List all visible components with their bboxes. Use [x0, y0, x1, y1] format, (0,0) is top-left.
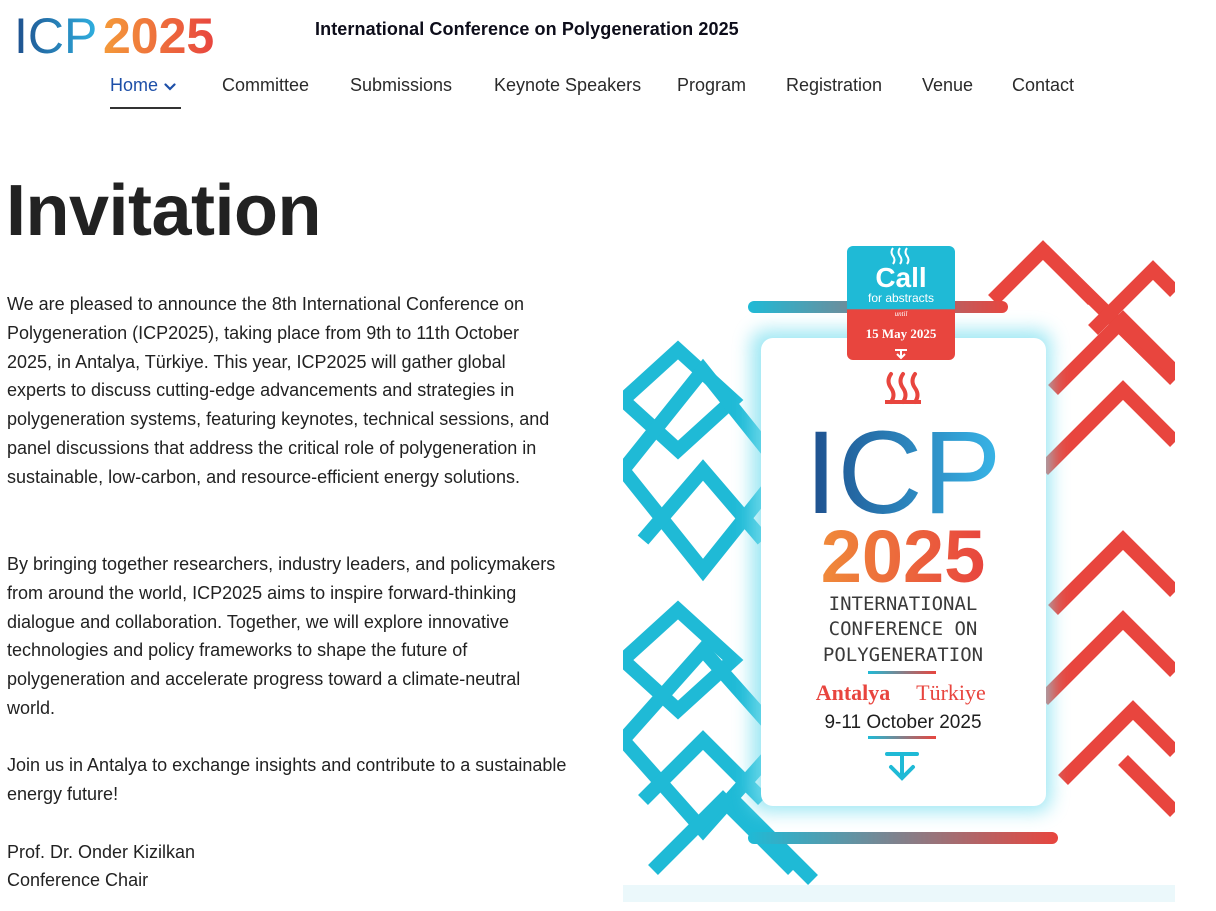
main-nav: Home Committee Submissions Keynote Speak… [0, 72, 1216, 112]
nav-item-keynote-speakers[interactable]: Keynote Speakers [494, 75, 641, 96]
nav-item-program[interactable]: Program [677, 75, 746, 96]
svg-text:until: until [895, 310, 908, 318]
chevron-down-icon [164, 76, 176, 97]
svg-text:Türkiye: Türkiye [916, 680, 986, 705]
svg-text:for abstracts: for abstracts [868, 291, 934, 305]
invitation-paragraph-2: By bringing together researchers, indust… [7, 554, 556, 718]
svg-text:POLYGENERATION: POLYGENERATION [823, 644, 983, 666]
page-heading: Invitation [6, 171, 322, 251]
nav-item-home[interactable]: Home [110, 75, 176, 97]
nav-item-committee[interactable]: Committee [222, 75, 309, 96]
invitation-paragraph-1: We are pleased to announce the 8th Inter… [7, 294, 550, 487]
svg-text:9-11 October 2025: 9-11 October 2025 [824, 712, 981, 733]
svg-text:Antalya: Antalya [816, 680, 891, 705]
svg-text:2025: 2025 [103, 8, 214, 60]
svg-text:2025: 2025 [821, 515, 986, 598]
conference-poster: Call for abstracts until 15 May 2025 ICP… [612, 240, 1180, 902]
nav-item-venue[interactable]: Venue [922, 75, 973, 96]
nav-item-registration[interactable]: Registration [786, 75, 882, 96]
poster-graphic: Call for abstracts until 15 May 2025 ICP… [612, 240, 1180, 902]
svg-text:ICP: ICP [14, 8, 97, 60]
svg-text:INTERNATIONAL: INTERNATIONAL [829, 593, 978, 615]
logo-graphic: ICP 2025 [14, 8, 214, 64]
active-nav-underline [110, 107, 181, 109]
signature-name: Prof. Dr. Onder Kizilkan [7, 842, 196, 862]
nav-item-contact[interactable]: Contact [1012, 75, 1074, 96]
nav-item-submissions[interactable]: Submissions [350, 75, 452, 96]
svg-text:15 May 2025: 15 May 2025 [866, 326, 937, 341]
svg-text:CONFERENCE ON: CONFERENCE ON [829, 618, 978, 640]
site-logo[interactable]: ICP 2025 [14, 8, 254, 64]
signature-role: Conference Chair [7, 870, 149, 890]
nav-item-label: Home [110, 75, 159, 95]
invitation-paragraph-3: Join us in Antalya to exchange insights … [7, 755, 567, 804]
site-title: International Conference on Polygenerati… [315, 19, 739, 39]
svg-text:Call: Call [875, 262, 926, 293]
